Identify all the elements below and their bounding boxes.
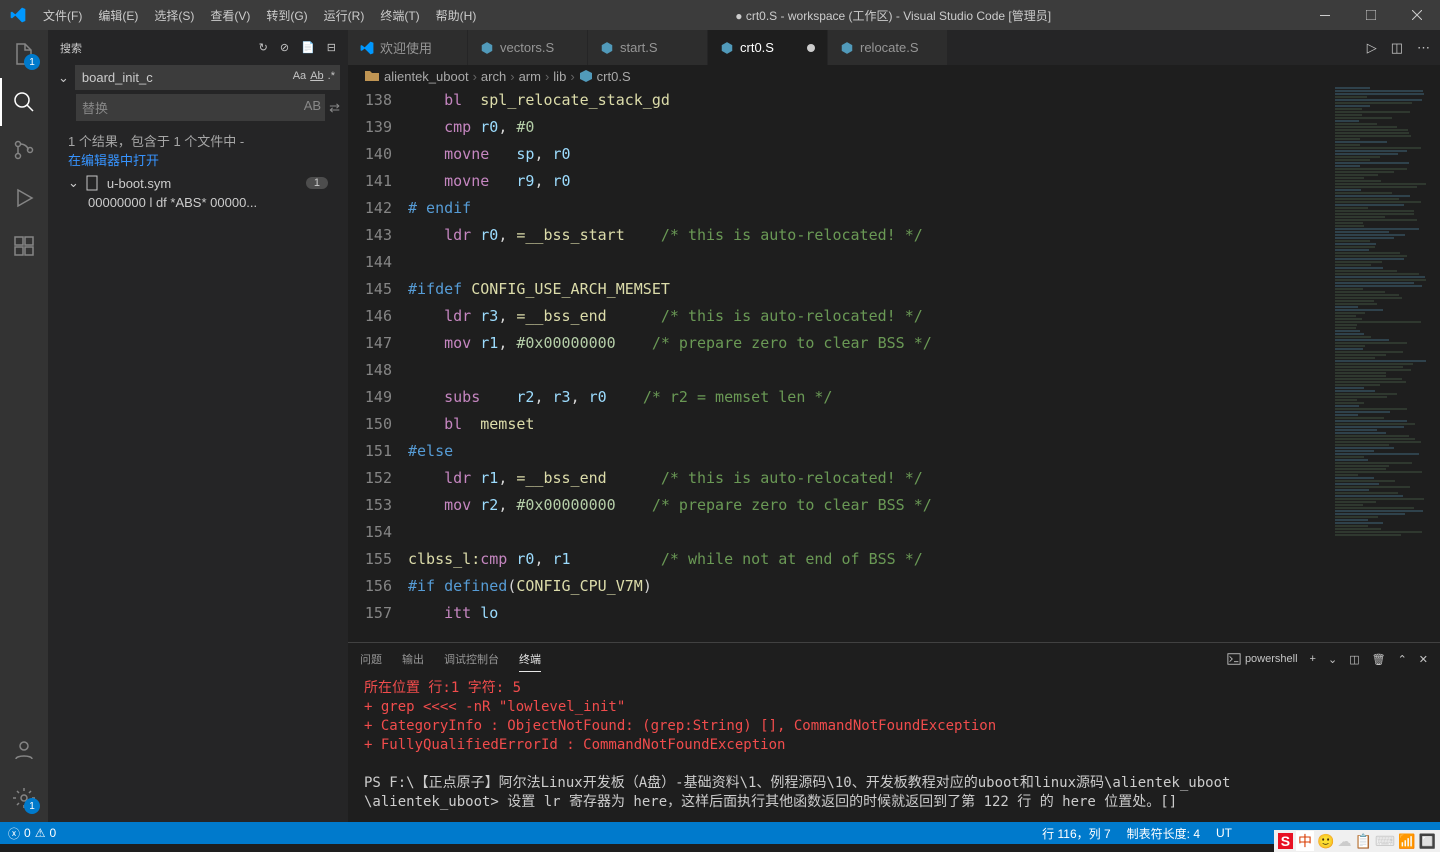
new-file-icon[interactable]: 📄 xyxy=(301,41,315,54)
menu-terminal[interactable]: 终端(T) xyxy=(372,7,427,24)
open-in-editor-link[interactable]: 在编辑器中打开 xyxy=(68,153,159,168)
breadcrumb-item[interactable]: arch xyxy=(481,69,506,84)
panel-tab-问题[interactable]: 问题 xyxy=(360,647,382,671)
collapse-icon[interactable]: ⊟ xyxy=(327,41,336,54)
panel-tab-调试控制台[interactable]: 调试控制台 xyxy=(444,647,499,671)
panel-tab-终端[interactable]: 终端 xyxy=(519,647,541,672)
ime-lang[interactable]: 中 xyxy=(1296,831,1314,851)
titlebar: 文件(F) 编辑(E) 选择(S) 查看(V) 转到(G) 运行(R) 终端(T… xyxy=(0,0,1440,30)
result-file[interactable]: ⌄ u-boot.sym 1 xyxy=(48,173,348,193)
menu-run[interactable]: 运行(R) xyxy=(316,7,373,24)
result-line[interactable]: 00000000 l df *ABS* 00000... xyxy=(48,193,348,212)
explorer-badge: 1 xyxy=(24,54,40,70)
close-button[interactable] xyxy=(1394,0,1440,30)
replace-all-icon[interactable]: ⇄ xyxy=(329,100,340,116)
panel-tab-输出[interactable]: 输出 xyxy=(402,647,424,671)
match-word-icon[interactable]: Ab xyxy=(310,70,323,82)
folder-icon xyxy=(364,68,380,84)
menu-go[interactable]: 转到(G) xyxy=(258,7,315,24)
editor-area: 欢迎使用vectors.Sstart.Scrt0.Srelocate.S▷◫⋯ … xyxy=(348,30,1440,822)
status-errors[interactable]: ⓧ0 ⚠0 xyxy=(0,825,64,842)
clear-icon[interactable]: ⊘ xyxy=(280,41,289,54)
activity-explorer[interactable]: 1 xyxy=(0,30,48,78)
match-count-badge: 1 xyxy=(306,177,328,189)
minimize-button[interactable] xyxy=(1302,0,1348,30)
statusbar: ⓧ0 ⚠0 行 116，列 7 制表符长度: 4 UT xyxy=(0,822,1440,844)
tab-crt0.S[interactable]: crt0.S xyxy=(708,30,828,65)
preserve-case-icon[interactable]: AB xyxy=(304,98,321,113)
menu-select[interactable]: 选择(S) xyxy=(146,7,202,24)
kill-terminal-icon[interactable]: 🗑 xyxy=(1372,653,1386,666)
activity-settings[interactable]: 1 xyxy=(0,774,48,822)
panel-maximize-icon[interactable]: ⌃ xyxy=(1398,653,1407,666)
tab-relocate.S[interactable]: relocate.S xyxy=(828,30,948,65)
split-terminal-icon[interactable]: ◫ xyxy=(1349,653,1359,666)
regex-icon[interactable]: .* xyxy=(328,70,335,82)
toggle-replace-icon[interactable]: ⌄ xyxy=(56,68,71,88)
panel: 问题输出调试控制台终端 powershell + ⌄ ◫ 🗑 ⌃ ✕ 所在位置 … xyxy=(348,642,1440,822)
menu-edit[interactable]: 编辑(E) xyxy=(90,7,146,24)
replace-input[interactable]: 替换 AB xyxy=(76,94,325,121)
activity-bar: 1 1 xyxy=(0,30,48,822)
line-number-gutter: 1381391401411421431441451461471481491501… xyxy=(348,87,408,642)
run-icon[interactable]: ▷ xyxy=(1367,40,1377,56)
warning-icon: ⚠ xyxy=(35,826,46,840)
status-encoding[interactable]: UT xyxy=(1208,825,1240,842)
breadcrumb-item[interactable]: arm xyxy=(519,69,541,84)
tab-start.S[interactable]: start.S xyxy=(588,30,708,65)
settings-badge: 1 xyxy=(24,798,40,814)
ime-icon[interactable]: S xyxy=(1278,833,1293,849)
minimap[interactable] xyxy=(1330,87,1440,642)
system-tray: S 中 🙂☁📋⌨📶🔲 xyxy=(1274,830,1440,852)
panel-close-icon[interactable]: ✕ xyxy=(1419,653,1428,666)
status-line-col[interactable]: 行 116，列 7 xyxy=(1034,825,1118,842)
menu-help[interactable]: 帮助(H) xyxy=(428,7,485,24)
tab-vectors.S[interactable]: vectors.S xyxy=(468,30,588,65)
activity-extensions[interactable] xyxy=(0,222,48,270)
new-terminal-icon[interactable]: + xyxy=(1310,653,1316,665)
activity-account[interactable] xyxy=(0,726,48,774)
activity-debug[interactable] xyxy=(0,174,48,222)
code-content[interactable]: bl spl_relocate_stack_gd cmp r0, #0 movn… xyxy=(408,87,1330,642)
terminal-dropdown-icon[interactable]: ⌄ xyxy=(1328,653,1337,666)
breadcrumb-item[interactable]: lib xyxy=(553,69,566,84)
editor[interactable]: 1381391401411421431441451461471481491501… xyxy=(348,87,1440,642)
sidebar-title: 搜索 xyxy=(60,40,82,56)
breadcrumb[interactable]: alientek_uboot›arch›arm›lib›crt0.S xyxy=(348,65,1440,87)
search-result-summary: 1 个结果，包含于 1 个文件中 - 在编辑器中打开 xyxy=(48,127,348,173)
breadcrumb-item[interactable]: crt0.S xyxy=(597,69,631,84)
menu-bar: 文件(F) 编辑(E) 选择(S) 查看(V) 转到(G) 运行(R) 终端(T… xyxy=(35,7,484,24)
error-icon: ⓧ xyxy=(8,825,20,842)
dirty-indicator xyxy=(807,44,815,52)
split-editor-icon[interactable]: ◫ xyxy=(1391,40,1403,56)
menu-file[interactable]: 文件(F) xyxy=(35,7,90,24)
search-sidebar: 搜索 ↻ ⊘ 📄 ⊟ ⌄ board_init_c Aa Ab .* 替换 xyxy=(48,30,348,822)
editor-tabs: 欢迎使用vectors.Sstart.Scrt0.Srelocate.S ▷ ◫ ⋯ xyxy=(348,30,1440,65)
refresh-icon[interactable]: ↻ xyxy=(259,41,268,54)
terminal-profile[interactable]: powershell xyxy=(1227,652,1298,666)
terminal-output[interactable]: 所在位置 行:1 字符: 5+ grep <<<< -nR "lowlevel_… xyxy=(348,675,1440,822)
panel-tabs: 问题输出调试控制台终端 powershell + ⌄ ◫ 🗑 ⌃ ✕ xyxy=(348,643,1440,675)
breadcrumb-item[interactable]: alientek_uboot xyxy=(384,69,469,84)
more-icon[interactable]: ⋯ xyxy=(1417,40,1430,56)
vscode-icon xyxy=(0,7,35,23)
status-tab-size[interactable]: 制表符长度: 4 xyxy=(1119,825,1208,842)
maximize-button[interactable] xyxy=(1348,0,1394,30)
chevron-down-icon: ⌄ xyxy=(68,175,79,191)
window-title: ● crt0.S - workspace (工作区) - Visual Stud… xyxy=(484,7,1302,24)
search-input[interactable]: board_init_c Aa Ab .* xyxy=(75,65,340,90)
activity-scm[interactable] xyxy=(0,126,48,174)
menu-view[interactable]: 查看(V) xyxy=(202,7,258,24)
activity-search[interactable] xyxy=(0,78,48,126)
tab-欢迎使用[interactable]: 欢迎使用 xyxy=(348,30,468,65)
file-icon xyxy=(85,175,101,191)
match-case-icon[interactable]: Aa xyxy=(293,70,306,82)
